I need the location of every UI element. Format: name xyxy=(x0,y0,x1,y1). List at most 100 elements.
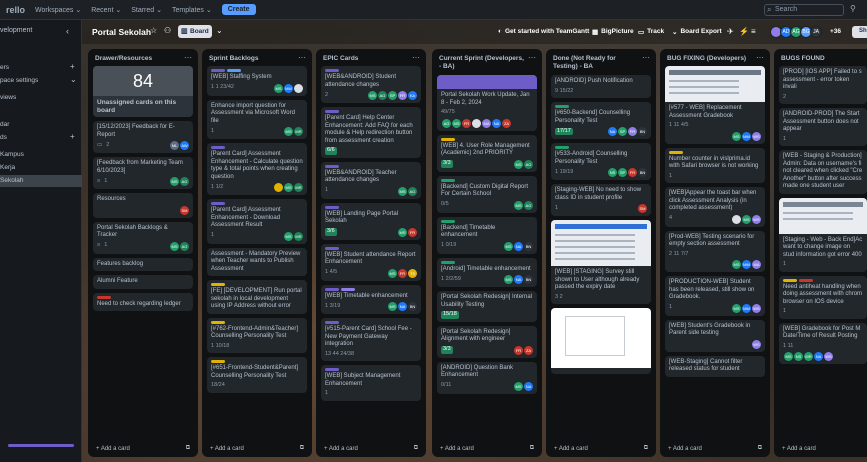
template-icon[interactable]: ⧉ xyxy=(414,445,418,452)
template-icon[interactable]: ⧉ xyxy=(186,445,190,452)
list-card[interactable]: [#533-Android] Counselling Personality T… xyxy=(551,143,651,180)
list-menu-icon[interactable]: ··· xyxy=(412,53,420,62)
list-card[interactable]: [#762-Frontend-Admin&Teacher] Counsellin… xyxy=(207,317,307,353)
list-card[interactable]: Alumni Feature xyxy=(93,275,193,289)
list-card[interactable]: [WEB] Landing Page Portal Sekolah 3/6 MS F… xyxy=(321,202,421,240)
template-icon[interactable]: ⧉ xyxy=(300,445,304,452)
list-card[interactable]: [WEB-Staging] Cannot filter released sta… xyxy=(665,355,765,377)
sidebar-item-kampus[interactable]: Kampus xyxy=(0,151,24,158)
list-menu-icon[interactable]: ··· xyxy=(528,53,536,62)
board-export-button[interactable]: ⌄ Board Export xyxy=(672,28,722,36)
add-card-button[interactable]: + Add a card xyxy=(554,446,588,452)
list-card[interactable]: [WEB] Gradebook for Post M Date/Time of … xyxy=(779,322,867,364)
power-ups-icon[interactable]: ✈ xyxy=(727,27,734,36)
list-card[interactable]: Assessment - Mandatory Preview when Teac… xyxy=(207,247,307,276)
list-title[interactable]: EPIC Cards xyxy=(323,55,408,63)
visibility-icon[interactable]: ⚇ xyxy=(164,26,171,35)
list-menu-icon[interactable]: ··· xyxy=(756,53,764,62)
template-icon[interactable]: ⧉ xyxy=(758,445,762,452)
list-card[interactable]: Number counter in vislprima.id with Safa… xyxy=(665,147,765,183)
automation-icon[interactable]: ⚡ xyxy=(739,27,749,36)
list-card[interactable]: [Staging-WEB] No need to show class ID i… xyxy=(551,184,651,216)
template-icon[interactable]: ⧉ xyxy=(644,445,648,452)
list-card[interactable]: [Backend] Custom Digital Report For Cert… xyxy=(437,175,537,213)
sidebar-item-sekolah[interactable]: Sekolah xyxy=(0,175,82,187)
list-card[interactable]: Need to check regarding ledger xyxy=(93,292,193,311)
list-card[interactable]: [WEB] Staffing System 1 1 23/42 MS MM xyxy=(207,66,307,96)
list-card[interactable]: [WEB] Timetable enhancement 1 3/19 MS NA BN xyxy=(321,284,421,314)
list-card[interactable]: [Portal Sekolah Redesign] Alignment with… xyxy=(437,325,537,358)
list-card[interactable]: [WEB&ANDROID] Student attendance changes… xyxy=(321,66,421,103)
starred-menu[interactable]: Starred ⌄ xyxy=(131,6,162,14)
list-menu-icon[interactable]: ··· xyxy=(642,53,650,62)
workspace-name[interactable]: velopment xyxy=(0,27,32,34)
share-button[interactable]: Sh xyxy=(852,26,867,38)
notification-bell-icon[interactable]: ⚲ xyxy=(850,4,856,13)
list-card[interactable]: [#651-Frontend-Student&Parent] Counselli… xyxy=(207,357,307,393)
avatar[interactable]: JA xyxy=(810,26,822,38)
list-card[interactable]: Portal Sekolah Work Update, Jan 8 - Feb … xyxy=(437,75,537,131)
list-card[interactable]: [ANDROID] Push Notification 9 15/22 xyxy=(551,75,651,98)
list-card[interactable]: Portal Sekolah Backlogs & Tracker ≡ 1 MS AG xyxy=(93,221,193,254)
sidebar-item-kerja[interactable]: Kerja xyxy=(0,164,15,171)
chevron-down-icon[interactable]: ⌄ xyxy=(216,26,223,35)
add-member-icon[interactable]: + xyxy=(70,62,75,71)
sidebar-item-settings[interactable]: pace settings xyxy=(0,77,38,84)
list-card[interactable]: [Feedback from Marketing Team 6/10/2023]… xyxy=(93,157,193,189)
workspaces-menu[interactable]: Workspaces ⌄ xyxy=(35,6,81,14)
add-card-button[interactable]: + Add a card xyxy=(668,446,702,452)
search-input[interactable]: ⌕ Search xyxy=(764,4,844,16)
trello-logo[interactable]: rello xyxy=(6,5,25,15)
bigpicture-button[interactable]: ▦ BigPicture xyxy=(592,28,634,36)
list-card[interactable]: [#577 - WEB] Replacement Assessment Grad… xyxy=(665,66,765,144)
add-card-button[interactable]: + Add a card xyxy=(210,446,244,452)
add-board-icon[interactable]: + xyxy=(70,132,75,141)
list-title[interactable]: BUG FIXING (Developers) xyxy=(667,55,752,63)
create-button[interactable]: Create xyxy=(221,4,256,15)
list-card[interactable]: Enhance import question for Assessment v… xyxy=(207,99,307,139)
list-card[interactable]: 84 Unassigned cards on this board xyxy=(93,66,193,117)
template-icon[interactable]: ⧉ xyxy=(530,445,534,452)
more-members-count[interactable]: +36 xyxy=(830,28,841,35)
list-card[interactable]: [PROD] [IOS APP] Failed to s assessment … xyxy=(779,66,867,104)
list-title[interactable]: Sprint Backlogs xyxy=(209,55,294,63)
collapse-sidebar-icon[interactable]: ‹ xyxy=(66,26,69,36)
list-card[interactable]: [Android] Timetable enhancement 1 2/2/59… xyxy=(437,257,537,287)
list-menu-icon[interactable]: ··· xyxy=(184,53,192,62)
sidebar-item-boards[interactable]: ds xyxy=(0,134,7,141)
list-card[interactable]: [Prod-WEB] Testing scenario for empty se… xyxy=(665,230,765,272)
list-title[interactable]: Current Sprint (Developers, - BA) xyxy=(439,55,524,71)
add-card-button[interactable]: + Add a card xyxy=(96,446,130,452)
chevron-down-icon[interactable]: ⌄ xyxy=(70,75,77,84)
teamgantt-button[interactable]: ◐ Get started with TeamGantt xyxy=(498,28,589,35)
list-card[interactable]: [WEB] [STAGING] Survey still shown to Us… xyxy=(551,220,651,304)
list-card[interactable]: [Staging - Web - Back End]Ac want to cha… xyxy=(779,197,867,272)
list-card[interactable]: [ANDROID] Question Bank Enhancement 0/11… xyxy=(437,361,537,394)
list-card[interactable]: [WEB] Student attendance Report Enhancem… xyxy=(321,243,421,281)
list-card[interactable] xyxy=(551,308,651,374)
list-card[interactable]: [#650-Backend] Counselling Personality T… xyxy=(551,102,651,139)
add-card-button[interactable]: + Add a card xyxy=(782,446,816,452)
list-title[interactable]: Done (Not Ready for Testing) - BA xyxy=(553,55,638,71)
list-card[interactable]: [Parent Card] Help Center Enhancement: A… xyxy=(321,107,421,158)
add-card-button[interactable]: + Add a card xyxy=(440,446,474,452)
list-menu-icon[interactable]: ··· xyxy=(298,53,306,62)
sidebar-item-views[interactable]: views xyxy=(0,94,16,101)
track-button[interactable]: ▭ Track xyxy=(638,28,664,36)
list-card[interactable]: Features backlog xyxy=(93,257,193,271)
recent-menu[interactable]: Recent ⌄ xyxy=(91,6,121,14)
list-card[interactable]: [Portal Sekolah Redesign] Internal Usabi… xyxy=(437,291,537,322)
list-card[interactable]: [#515-Parent Card] School Fee - New Paym… xyxy=(321,318,421,361)
templates-menu[interactable]: Templates ⌄ xyxy=(172,6,212,14)
sidebar-item-calendar[interactable]: dar xyxy=(0,121,9,128)
list-card[interactable]: [Backend] Timetable enhancement 1 0/19 MS… xyxy=(437,216,537,254)
list-card[interactable]: [WEB] Subject Management Enhancement 1 xyxy=(321,365,421,401)
list-card[interactable]: [WEB - Staging & Production] Admin: Data… xyxy=(779,150,867,194)
list-card[interactable]: [WEB&ANDROID] Teacher attendance changes… xyxy=(321,161,421,199)
list-title[interactable]: Drawer/Resources xyxy=(95,55,180,63)
list-card[interactable]: [ANDROID-PROD] The Start Assessment butt… xyxy=(779,108,867,146)
list-card[interactable]: [WEB] Student's Gradebook in Parent side… xyxy=(665,319,765,352)
list-card[interactable]: [Parent Card] Assessment Enhancement - D… xyxy=(207,199,307,244)
list-card[interactable]: [WEB]Appear the toast bar when click Ass… xyxy=(665,187,765,227)
list-card[interactable]: [PRODUCTION-WEB] Student has been releas… xyxy=(665,276,765,316)
